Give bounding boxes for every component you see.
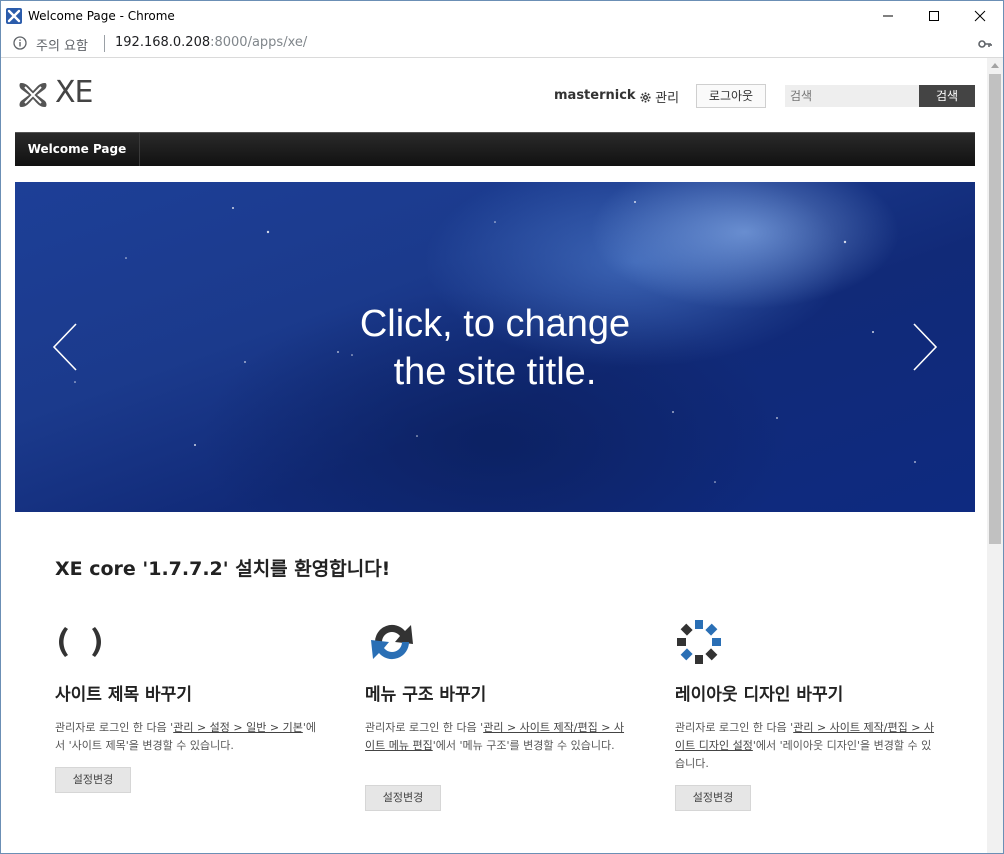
- security-label[interactable]: 주의 요함: [36, 35, 88, 54]
- parentheses-icon: [59, 627, 101, 657]
- welcome-heading: XE core '1.7.7.2' 설치를 환영합니다!: [55, 558, 391, 580]
- address-separator: [104, 35, 105, 52]
- chevron-right-icon[interactable]: [909, 322, 939, 372]
- settings-change-button[interactable]: 설정변경: [365, 785, 441, 811]
- title-bar: Welcome Page - Chrome: [1, 1, 1003, 31]
- close-icon: [974, 10, 986, 22]
- gear-icon: [640, 92, 651, 103]
- username[interactable]: masternick: [554, 88, 636, 103]
- hero-title[interactable]: Click, to change the site title.: [15, 300, 975, 396]
- feature-title: 사이트 제목 바꾸기: [55, 685, 192, 705]
- feature-description: 관리자로 로그인 한 다음 '관리 > 사이트 제작/편집 > 사이트 디자인 …: [675, 719, 937, 773]
- scroll-up-icon[interactable]: [991, 62, 999, 68]
- feature-title: 메뉴 구조 바꾸기: [365, 685, 487, 705]
- desc-prefix: 관리자로 로그인 한 다음 ': [55, 721, 174, 734]
- chevron-left-icon[interactable]: [51, 322, 81, 372]
- refresh-icon: [371, 624, 413, 660]
- url-text[interactable]: 192.168.0.208:8000/apps/xe/: [115, 35, 307, 50]
- nav-item-welcome-page[interactable]: Welcome Page: [15, 133, 140, 166]
- admin-label: 관리: [655, 91, 680, 106]
- settings-change-button[interactable]: 설정변경: [55, 767, 131, 793]
- main-nav: Welcome Page: [15, 132, 975, 166]
- search-input[interactable]: [785, 85, 919, 107]
- xe-logo-icon: [19, 83, 47, 107]
- feature-description: 관리자로 로그인 한 다음 '관리 > 사이트 제작/편집 > 사이트 메뉴 편…: [365, 719, 627, 755]
- desc-link[interactable]: 관리 > 설정 > 일반 > 기본: [173, 721, 303, 734]
- hero-title-line2: the site title.: [393, 351, 597, 393]
- desc-prefix: 관리자로 로그인 한 다음 ': [675, 721, 794, 734]
- hero-title-line1: Click, to change: [359, 303, 631, 345]
- maximize-icon: [929, 11, 939, 21]
- hero-banner[interactable]: Click, to change the site title.: [15, 182, 975, 512]
- page-content: XE masternick 관리 로그아웃 검색 Welcome Page: [1, 58, 987, 853]
- feature-description: 관리자로 로그인 한 다음 '관리 > 설정 > 일반 > 기본'에서 '사이트…: [55, 719, 317, 755]
- logo-text: XE: [55, 75, 94, 110]
- loading-dots-icon: [677, 620, 721, 664]
- url-host: 192.168.0.208: [115, 35, 211, 50]
- info-icon[interactable]: [13, 36, 27, 50]
- settings-change-button[interactable]: 설정변경: [675, 785, 751, 811]
- window-title: Welcome Page - Chrome: [28, 9, 175, 23]
- feature-title: 레이아웃 디자인 바꾸기: [675, 685, 844, 705]
- minimize-button[interactable]: [865, 1, 911, 31]
- site-logo[interactable]: XE: [15, 75, 101, 113]
- desc-prefix: 관리자로 로그인 한 다음 ': [365, 721, 484, 734]
- vertical-scrollbar[interactable]: [987, 58, 1003, 853]
- url-path: :8000/apps/xe/: [210, 35, 308, 50]
- maximize-button[interactable]: [911, 1, 957, 31]
- app-icon: [6, 8, 22, 24]
- admin-link[interactable]: 관리: [640, 87, 679, 106]
- logout-button[interactable]: 로그아웃: [696, 84, 766, 108]
- address-bar[interactable]: 주의 요함 192.168.0.208:8000/apps/xe/: [1, 31, 1003, 58]
- close-button[interactable]: [957, 1, 1003, 31]
- minimize-icon: [883, 15, 893, 17]
- desc-suffix: '에서 '메뉴 구조'를 변경할 수 있습니다.: [432, 739, 615, 752]
- key-icon[interactable]: [978, 38, 992, 50]
- scrollbar-thumb[interactable]: [989, 74, 1001, 544]
- search-button[interactable]: 검색: [919, 85, 975, 107]
- browser-window: Welcome Page - Chrome 주의 요함 192.168.0.20…: [0, 0, 1004, 854]
